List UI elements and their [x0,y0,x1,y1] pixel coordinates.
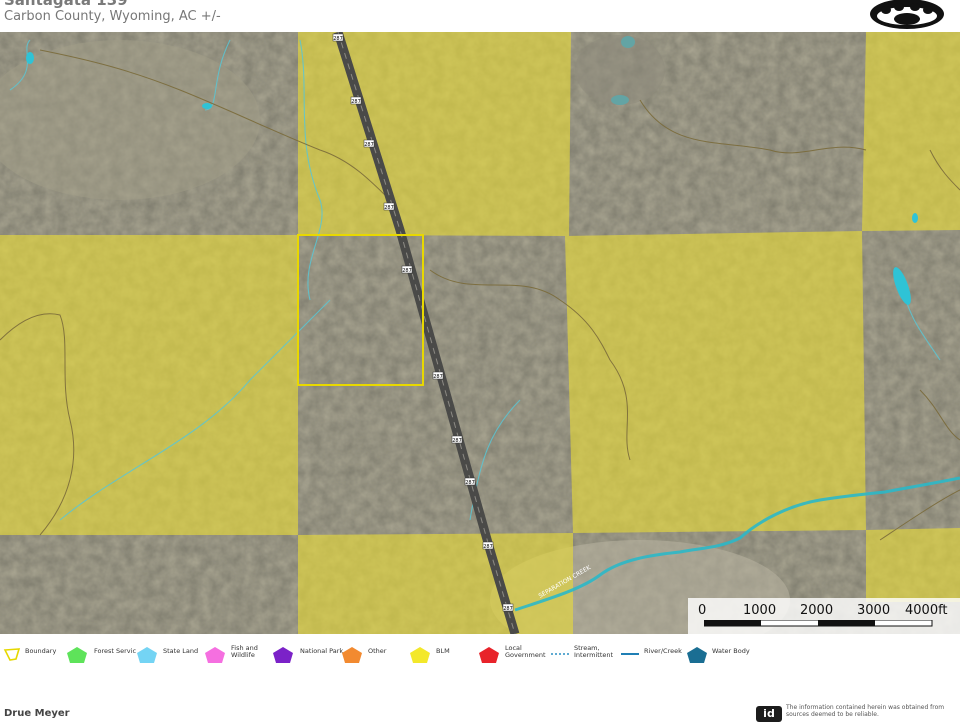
national-park-legend-icon [273,647,293,663]
svg-text:287: 287 [351,99,361,105]
legend-item-stream-intermittent: Stream, Intermittent [550,645,620,666]
svg-text:287: 287 [452,438,462,444]
blm-parcel [0,235,298,535]
river-creek-legend-icon [621,653,639,655]
blm-parcel [298,533,573,634]
state-land-legend-icon [137,647,157,663]
legend-item-state-land: State Land [136,646,204,666]
boundary-legend-icon [3,648,21,661]
blm-parcel [862,32,960,231]
svg-text:287: 287 [433,374,443,380]
legend-item-local-government: Local Government [478,645,550,666]
aerial-map[interactable]: SEPARATION CREEK 287 287 287 287 287 287… [0,32,960,634]
local-government-legend-icon [479,647,499,663]
svg-text:287: 287 [384,205,394,211]
map-header: Santagata 139 Carbon County, Wyoming, AC… [0,0,960,32]
legend-item-boundary: Boundary [3,646,65,666]
disclaimer-text: The information contained herein was obt… [786,704,945,718]
legend-item-water-body: Water Body [686,646,756,666]
legend-item-forest-service: Forest Servic [66,646,136,666]
forest-service-legend-icon [67,647,87,663]
blm-parcel [866,528,960,602]
scale-label: 0 [698,603,707,618]
scale-label: 3000 [857,603,891,618]
blm-legend-icon [410,647,430,663]
svg-text:287: 287 [503,606,513,612]
legend-item-national-park: National Park [272,646,343,666]
svg-text:287: 287 [364,142,374,148]
other-legend-icon [342,647,362,663]
legend-item-fish-wildlife: Fish and Wildlife [204,645,270,666]
scale-label: 4000ft [905,603,948,618]
blm-parcel [298,32,571,236]
map-footer: Drue Meyer id The information contained … [0,674,960,722]
agent-name: Drue Meyer [4,708,70,719]
stream-intermittent-legend-icon [551,653,569,655]
svg-text:287: 287 [333,36,343,42]
map-canvas: SEPARATION CREEK 287 287 287 287 287 287… [0,32,960,634]
svg-text:287: 287 [483,544,493,550]
svg-text:287: 287 [465,480,475,486]
scale-ruler [704,620,933,627]
legend-item-blm: BLM [409,646,469,666]
svg-text:287: 287 [402,268,412,274]
legend-item-river-creek: River/Creek [620,646,686,666]
fish-wildlife-legend-icon [205,647,225,663]
water-body-legend-icon [687,647,707,663]
scale-label: 2000 [800,603,834,618]
map-legend: Boundary Forest Servic State Land Fish a… [0,634,960,674]
map-subtitle: Carbon County, Wyoming, AC +/- [4,9,221,24]
paw-logo-icon [870,0,944,29]
blm-parcel [565,231,866,533]
scale-bar: 0 1000 2000 3000 4000ft [688,598,960,634]
scale-label: 1000 [743,603,777,618]
map-title: Santagata 139 [4,0,128,9]
legend-item-other: Other [341,646,401,666]
